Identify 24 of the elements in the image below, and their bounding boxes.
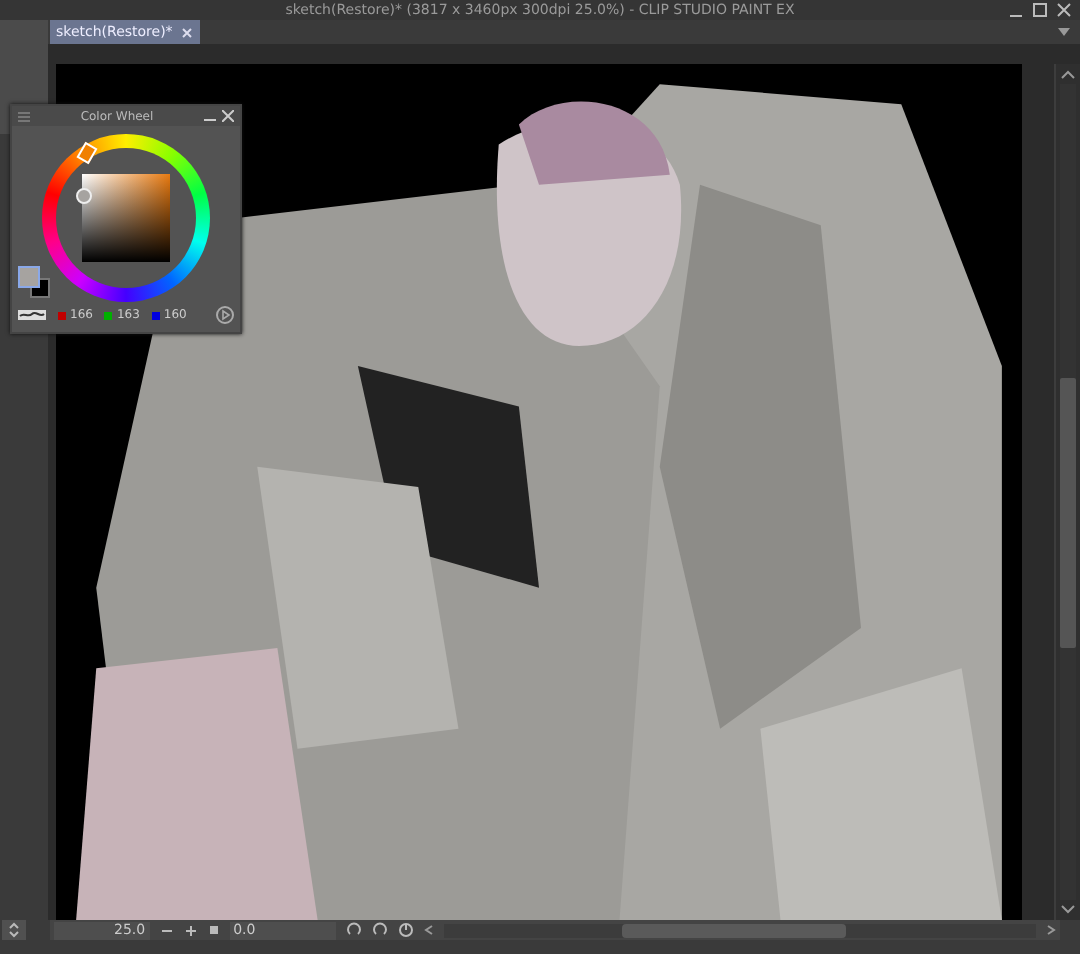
close-icon[interactable]: [222, 110, 234, 122]
channel-swatch-icon: [151, 311, 160, 319]
panel-toggle-button[interactable]: [2, 920, 26, 940]
reset-rotation-icon[interactable]: [397, 922, 414, 938]
scrollbar-thumb[interactable]: [621, 923, 847, 937]
zoom-in-icon[interactable]: [183, 923, 198, 937]
up-down-icon: [8, 922, 20, 938]
saturation-value-square[interactable]: [82, 174, 170, 262]
channel-swatch-icon: [104, 311, 113, 319]
play-circle-icon[interactable]: [216, 306, 234, 324]
rotate-right-icon[interactable]: [371, 922, 388, 938]
scroll-right-icon[interactable]: [1046, 924, 1056, 936]
maximize-icon[interactable]: [1032, 2, 1048, 18]
channel-swatch-icon: [58, 311, 66, 319]
close-icon[interactable]: [182, 27, 193, 37]
rotate-left-icon[interactable]: [345, 922, 362, 938]
close-icon[interactable]: [1056, 2, 1072, 18]
scroll-left-icon[interactable]: [423, 924, 434, 936]
scroll-down-icon[interactable]: [1060, 904, 1076, 916]
dropdown-icon[interactable]: [1058, 28, 1070, 36]
fit-icon[interactable]: [207, 924, 220, 936]
scroll-up-icon[interactable]: [1060, 68, 1076, 80]
scrollbar-thumb[interactable]: [1060, 377, 1076, 647]
main-color-swatch[interactable]: [18, 266, 40, 288]
